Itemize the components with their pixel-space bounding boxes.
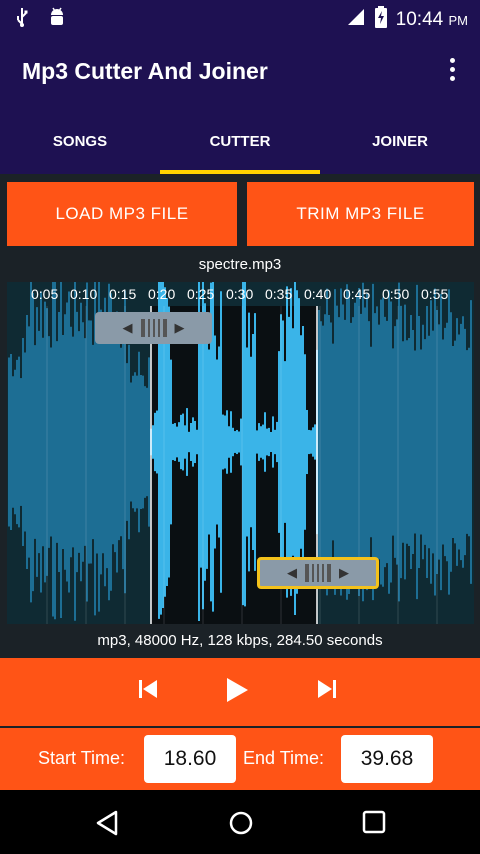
timeline-tick: 0:25 (187, 286, 215, 302)
home-icon[interactable] (228, 810, 254, 841)
usb-icon (14, 7, 30, 32)
timeline-tick: 0:40 (304, 286, 332, 302)
tab-bar: SONGS CUTTER JOINER (0, 108, 480, 174)
battery-charging-icon (374, 6, 388, 33)
chevron-left-icon: ◀ (122, 320, 133, 335)
cutter-panel: LOAD MP3 FILE TRIM MP3 FILE spectre.mp3 … (0, 174, 480, 790)
waveform-editor[interactable]: 0:05 0:10 0:15 0:20 0:25 0:30 0:35 0:40 … (7, 282, 474, 624)
grip-icon (305, 564, 331, 582)
timeline-tick: 0:45 (343, 286, 371, 302)
tab-joiner[interactable]: JOINER (320, 108, 480, 174)
file-name: spectre.mp3 (198, 256, 282, 273)
grip-icon (140, 319, 167, 337)
signal-icon (346, 7, 366, 32)
playback-controls (0, 658, 480, 726)
timeline-tick: 0:10 (70, 286, 98, 302)
start-time-label: Start Time: (38, 748, 126, 768)
timeline-tick: 0:50 (382, 286, 410, 302)
timeline-tick: 0:15 (109, 286, 137, 302)
tab-songs[interactable]: SONGS (0, 108, 160, 174)
end-marker-handle[interactable]: ◀ ▶ (257, 557, 379, 589)
play-icon[interactable] (224, 676, 250, 709)
end-time-label: End Time: (243, 748, 325, 768)
clock: 10:44 PM (395, 8, 468, 30)
file-info: mp3, 48000 Hz, 128 kbps, 284.50 seconds (97, 632, 383, 649)
back-icon[interactable] (95, 810, 119, 841)
navigation-bar (0, 790, 480, 854)
chevron-right-icon: ▶ (174, 320, 185, 335)
end-time-field[interactable]: 39.68 (341, 735, 433, 783)
timeline-tick: 0:20 (148, 286, 176, 302)
start-marker-handle[interactable]: ◀ ▶ (95, 312, 212, 344)
start-time-field[interactable]: 18.60 (144, 735, 236, 783)
skip-next-icon[interactable] (316, 678, 338, 705)
load-mp3-button[interactable]: LOAD MP3 FILE (7, 182, 237, 246)
overflow-menu-icon[interactable] (448, 58, 456, 86)
android-debug-icon (48, 7, 66, 32)
app-bar: Mp3 Cutter And Joiner (0, 36, 480, 108)
chevron-right-icon: ▶ (339, 565, 349, 580)
waveform (8, 282, 472, 624)
timeline-tick: 0:55 (421, 286, 449, 302)
tab-cutter[interactable]: CUTTER (160, 108, 320, 174)
recent-apps-icon[interactable] (362, 810, 386, 839)
time-selection: Start Time: 18.60 End Time: 39.68 (0, 728, 480, 790)
chevron-left-icon: ◀ (287, 565, 297, 580)
status-bar: 10:44 PM (0, 0, 480, 36)
timeline-tick: 0:30 (226, 286, 254, 302)
timeline-tick: 0:05 (31, 286, 59, 302)
app-title: Mp3 Cutter And Joiner (22, 58, 268, 84)
timeline-tick: 0:35 (265, 286, 293, 302)
skip-previous-icon[interactable] (137, 678, 159, 705)
trim-mp3-button[interactable]: TRIM MP3 FILE (247, 182, 474, 246)
